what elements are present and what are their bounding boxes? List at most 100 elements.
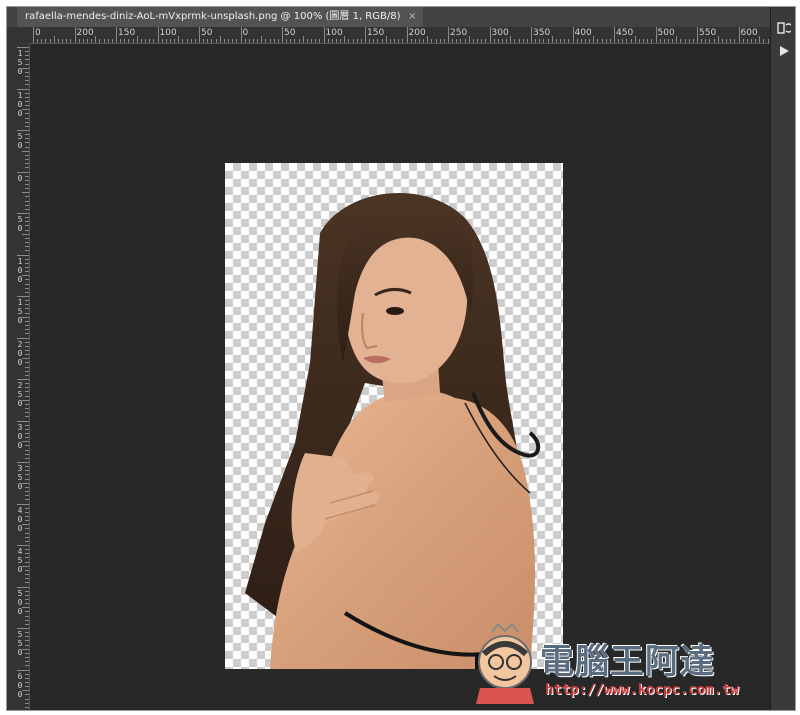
ruler-minor-tick <box>456 39 458 43</box>
ruler-minor-tick <box>348 39 350 43</box>
ruler-minor-tick <box>236 39 238 43</box>
ruler-minor-tick <box>145 39 147 43</box>
ruler-label: 100 <box>159 28 177 38</box>
ruler-minor-tick <box>452 39 454 43</box>
ruler-minor-tick <box>25 179 29 181</box>
ruler-minor-tick <box>25 619 29 621</box>
ruler-minor-tick <box>564 39 566 43</box>
ruler-minor-tick <box>439 39 441 43</box>
ruler-minor-tick <box>672 39 674 43</box>
ruler-minor-tick <box>211 39 213 43</box>
ruler-minor-tick <box>25 561 29 563</box>
ruler-minor-tick <box>709 39 711 43</box>
ruler-minor-tick <box>22 233 29 235</box>
document-tab[interactable]: rafaella-mendes-diniz-AoL-mVxprmk-unspla… <box>17 7 423 27</box>
ruler-minor-tick <box>514 39 516 43</box>
ruler-minor-tick <box>25 391 29 393</box>
ruler-minor-tick <box>394 39 396 43</box>
ruler-minor-tick <box>597 39 599 43</box>
ruler-minor-tick <box>25 370 29 372</box>
ruler-minor-tick <box>485 39 487 43</box>
ruler-major-tick <box>116 27 117 43</box>
ruler-minor-tick <box>25 92 29 94</box>
canvas-area[interactable]: 電腦王阿達 http://www.kocpc.com.tw <box>30 44 770 710</box>
ruler-label: 0 <box>17 173 23 183</box>
ruler-label: 550 <box>17 630 23 657</box>
ruler-minor-tick <box>593 36 595 43</box>
ruler-minor-tick <box>25 76 29 78</box>
ruler-minor-tick <box>25 51 29 53</box>
ruler-minor-tick <box>643 39 645 43</box>
ruler-minor-tick <box>630 39 632 43</box>
ruler-minor-tick <box>25 287 29 289</box>
ruler-minor-tick <box>25 611 29 613</box>
ruler-minor-tick <box>319 39 321 43</box>
ruler-label: 300 <box>491 28 509 38</box>
ruler-minor-tick <box>107 39 109 43</box>
ruler-minor-tick <box>609 39 611 43</box>
tab-close-icon[interactable]: × <box>408 7 416 27</box>
play-action-icon[interactable] <box>775 45 793 63</box>
ruler-minor-tick <box>25 540 29 542</box>
watermark-title: 電腦王阿達 <box>540 642 715 682</box>
ruler-minor-tick <box>25 661 29 663</box>
ruler-label: 100 <box>17 256 23 284</box>
ruler-minor-tick <box>269 39 271 43</box>
ruler-minor-tick <box>149 39 151 43</box>
ruler-minor-tick <box>331 39 333 43</box>
ruler-minor-tick <box>25 63 29 65</box>
horizontal-ruler[interactable]: 0 200 150 100 50 0 50 100 150 200 250 300 350 400 450 5… <box>29 27 770 44</box>
ruler-minor-tick <box>25 673 29 675</box>
ruler-minor-tick <box>203 39 205 43</box>
ruler-minor-tick <box>25 271 29 273</box>
ruler-label: 600 <box>740 28 758 38</box>
ruler-major-tick <box>365 27 366 43</box>
ruler-minor-tick <box>468 36 470 43</box>
ruler-minor-tick <box>257 39 259 43</box>
ruler-minor-tick <box>501 39 503 43</box>
ruler-label: 350 <box>533 28 551 38</box>
ruler-minor-tick <box>25 246 29 248</box>
ruler-minor-tick <box>385 36 387 43</box>
ruler-minor-tick <box>25 532 29 534</box>
ruler-minor-tick <box>99 39 101 43</box>
ruler-minor-tick <box>25 208 29 210</box>
vertical-ruler[interactable]: 1501005005010015020025030035040045050055… <box>7 43 30 710</box>
ruler-minor-tick <box>369 39 371 43</box>
ruler-minor-tick <box>25 354 29 356</box>
ruler-minor-tick <box>25 196 29 198</box>
ruler-minor-tick <box>161 39 163 43</box>
ruler-minor-tick <box>680 39 682 43</box>
ruler-origin[interactable] <box>7 27 30 44</box>
ruler-minor-tick <box>215 39 217 43</box>
document-canvas[interactable] <box>225 163 563 669</box>
ruler-label: 450 <box>17 547 23 574</box>
ruler-minor-tick <box>232 39 234 43</box>
ruler-minor-tick <box>25 154 29 156</box>
ruler-minor-tick <box>140 39 142 43</box>
ruler-minor-tick <box>356 39 358 43</box>
ruler-minor-tick <box>389 39 391 43</box>
history-panel-icon[interactable] <box>775 21 794 39</box>
ruler-minor-tick <box>543 39 545 43</box>
ruler-minor-tick <box>25 387 29 389</box>
ruler-major-tick <box>17 420 29 422</box>
ruler-major-tick <box>17 296 29 297</box>
ruler-minor-tick <box>25 486 29 488</box>
ruler-minor-tick <box>25 312 29 314</box>
ruler-label: 150 <box>118 28 136 38</box>
ruler-minor-tick <box>418 39 420 43</box>
ruler-minor-tick <box>651 39 653 43</box>
ruler-minor-tick <box>41 39 43 43</box>
ruler-minor-tick <box>207 39 209 43</box>
ruler-minor-tick <box>25 283 29 285</box>
ruler-minor-tick <box>248 39 250 43</box>
photoshop-window: rafaella-mendes-diniz-AoL-mVxprmk-unspla… <box>6 6 796 711</box>
ruler-minor-tick <box>25 495 29 497</box>
ruler-minor-tick <box>25 71 29 73</box>
ruler-minor-tick <box>244 39 246 43</box>
ruler-minor-tick <box>25 262 29 264</box>
ruler-major-tick <box>738 27 740 43</box>
ruler-minor-tick <box>750 39 752 43</box>
ruler-major-tick <box>17 171 29 173</box>
